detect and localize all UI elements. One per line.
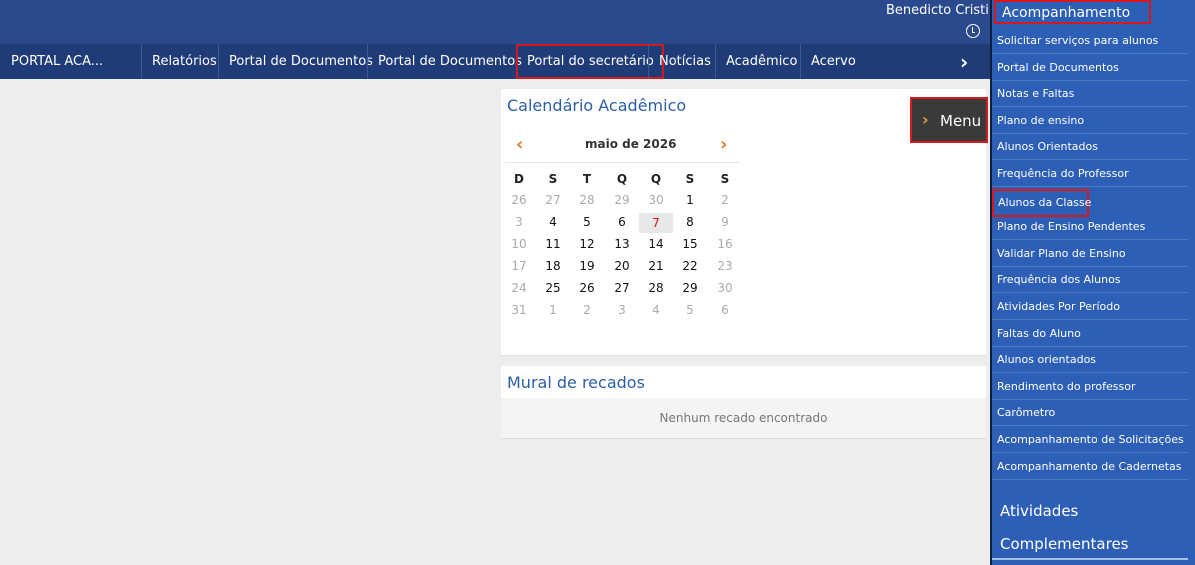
calendar-day[interactable]: 27 — [536, 193, 570, 207]
weekday-header: Q — [616, 172, 628, 186]
calendar-day[interactable]: 13 — [605, 237, 639, 251]
calendar-day[interactable]: 17 — [502, 259, 536, 273]
calendar-day[interactable]: 18 — [536, 259, 570, 273]
calendar-day[interactable]: 22 — [673, 259, 707, 273]
panel-item[interactable]: Solicitar serviços para alunos — [992, 29, 1188, 54]
chevron-right-icon: › — [922, 110, 929, 129]
panel-header[interactable]: Acompanhamento — [994, 0, 1151, 24]
calendar-day[interactable]: 31 — [502, 303, 536, 317]
calendar-day[interactable]: 6 — [708, 303, 742, 317]
calendar-day[interactable]: 14 — [639, 237, 673, 251]
calendar-day[interactable]: 10 — [502, 237, 536, 251]
panel-item[interactable]: Frequência do Professor — [992, 162, 1188, 187]
calendar-day[interactable]: 3 — [502, 215, 536, 229]
calendar-title: Calendário Acadêmico — [507, 96, 687, 115]
calendar-day[interactable]: 28 — [639, 281, 673, 295]
calendar-day[interactable]: 26 — [502, 193, 536, 207]
panel-item[interactable]: Alunos orientados — [992, 348, 1188, 374]
panel-item[interactable]: Acompanhamento de Solicitações — [992, 428, 1188, 453]
calendar-day[interactable]: 30 — [639, 193, 673, 207]
panel-item[interactable]: Atividades Por Período — [992, 295, 1188, 320]
weekday-header: S — [720, 172, 730, 186]
calendar-day[interactable]: 3 — [605, 303, 639, 317]
calendar-day[interactable]: 28 — [570, 193, 604, 207]
weekday-header: T — [582, 172, 592, 186]
calendar-day[interactable]: 15 — [673, 237, 707, 251]
calendar-day[interactable]: 4 — [536, 215, 570, 229]
chevron-right-icon[interactable]: › — [960, 50, 968, 74]
panel-item[interactable]: Frequência dos Alunos — [992, 268, 1188, 294]
chevron-left-icon[interactable]: ‹ — [516, 134, 523, 155]
nav-noticias[interactable]: Notícias — [648, 44, 721, 79]
mural-title: Mural de recados — [507, 373, 645, 392]
panel-item[interactable]: Alunos Orientados — [992, 135, 1188, 161]
menu-toggle-button[interactable]: › Menu — [910, 97, 988, 143]
calendar-day[interactable]: 6 — [605, 215, 639, 229]
portal-brand[interactable]: PORTAL ACA... — [11, 54, 103, 69]
calendar-month: maio de 2026 — [585, 137, 677, 151]
calendar-day[interactable]: 25 — [536, 281, 570, 295]
panel-item[interactable]: Plano de ensino — [992, 109, 1188, 134]
panel-section-atividades[interactable]: Atividades — [1000, 502, 1078, 520]
panel-item[interactable]: Validar Plano de Ensino — [992, 242, 1188, 267]
calendar-divider — [505, 162, 740, 163]
nav-relatorios[interactable]: Relatórios — [141, 44, 227, 79]
calendar-day[interactable]: 7 — [639, 213, 673, 233]
panel-item[interactable]: Plano de Ensino Pendentes — [992, 215, 1188, 241]
calendar-day[interactable]: 21 — [639, 259, 673, 273]
calendar-day[interactable]: 12 — [570, 237, 604, 251]
panel-item[interactable]: Portal de Documentos — [992, 56, 1188, 81]
chevron-right-icon[interactable]: › — [720, 134, 727, 155]
panel-item[interactable]: Notas e Faltas — [992, 82, 1188, 108]
calendar-day[interactable]: 29 — [605, 193, 639, 207]
calendar-day[interactable]: 1 — [536, 303, 570, 317]
calendar-day[interactable]: 23 — [708, 259, 742, 273]
calendar-day[interactable]: 5 — [570, 215, 604, 229]
calendar-day[interactable]: 29 — [673, 281, 707, 295]
nav-portal-secretario[interactable]: Portal do secretário — [516, 44, 664, 79]
calendar-day[interactable]: 5 — [673, 303, 707, 317]
calendar-day[interactable]: 26 — [570, 281, 604, 295]
weekday-header: S — [548, 172, 558, 186]
nav-portal-documentos-1[interactable]: Portal de Documentos — [218, 44, 383, 79]
clock-icon — [966, 24, 980, 38]
weekday-header: Q — [650, 172, 662, 186]
user-name[interactable]: Benedicto Cristi — [886, 3, 989, 18]
calendar-day[interactable]: 30 — [708, 281, 742, 295]
panel-item[interactable]: Carômetro — [992, 401, 1188, 427]
panel-item[interactable]: Alunos da Classe — [992, 188, 1091, 217]
calendar-day[interactable]: 19 — [570, 259, 604, 273]
calendar-day[interactable]: 11 — [536, 237, 570, 251]
weekday-header: S — [685, 172, 695, 186]
nav-academico[interactable]: Acadêmico — [715, 44, 807, 79]
nav-portal-documentos-2[interactable]: Portal de Documentos — [367, 44, 532, 79]
panel-item[interactable]: Faltas do Aluno — [992, 322, 1188, 347]
calendar-day[interactable]: 8 — [673, 215, 707, 229]
panel-item[interactable]: Rendimento do professor — [992, 375, 1188, 400]
calendar-day[interactable]: 2 — [708, 193, 742, 207]
calendar-day[interactable]: 1 — [673, 193, 707, 207]
panel-item[interactable]: Acompanhamento de Cadernetas — [992, 455, 1188, 480]
calendar-day[interactable]: 24 — [502, 281, 536, 295]
calendar-day[interactable]: 9 — [708, 215, 742, 229]
calendar-day[interactable]: 20 — [605, 259, 639, 273]
calendar-day[interactable]: 2 — [570, 303, 604, 317]
panel-section-complementares[interactable]: Complementares — [1000, 535, 1128, 553]
side-menu-panel: Acompanhamento Solicitar serviços para a… — [990, 0, 1195, 565]
mural-card: Mural de recados Nenhum recado encontrad… — [501, 366, 986, 439]
calendar-day[interactable]: 27 — [605, 281, 639, 295]
calendar-day[interactable]: 16 — [708, 237, 742, 251]
calendar-day[interactable]: 4 — [639, 303, 673, 317]
mural-empty-message: Nenhum recado encontrado — [659, 411, 828, 425]
menu-label: Menu — [940, 112, 982, 130]
weekday-header: D — [514, 172, 524, 186]
nav-acervo[interactable]: Acervo — [800, 44, 866, 79]
panel-divider — [992, 558, 1188, 560]
